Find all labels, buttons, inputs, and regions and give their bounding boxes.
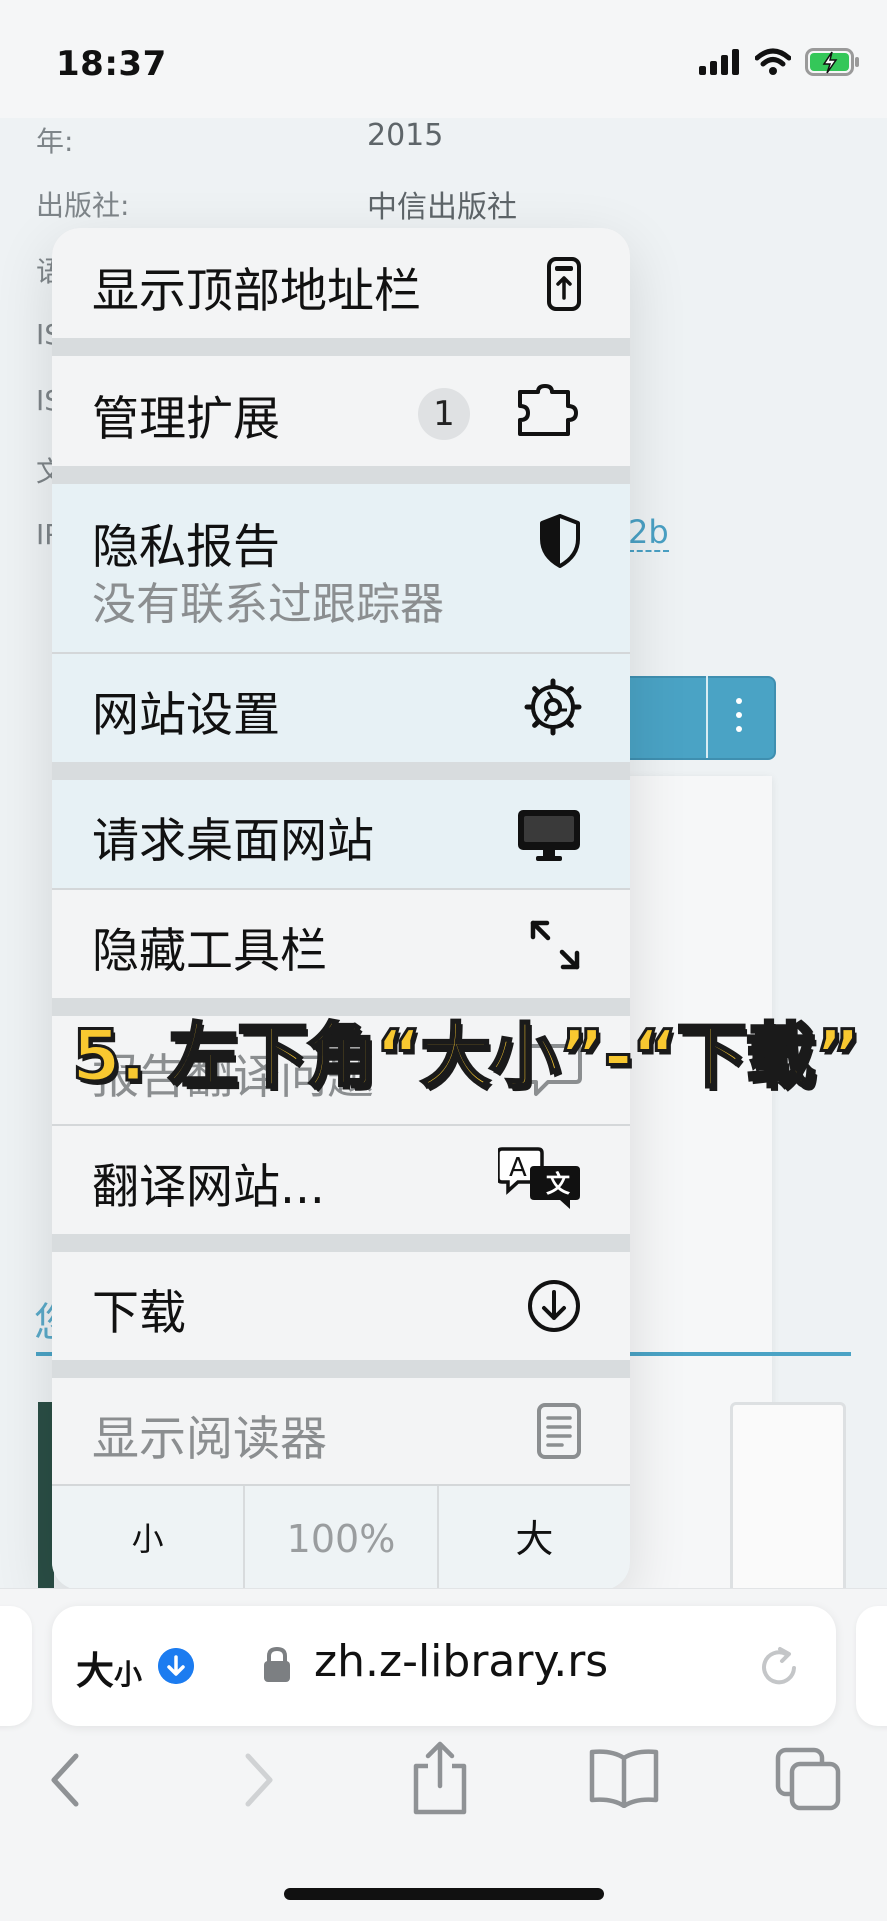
- menu-item-label: 隐藏工具栏: [92, 924, 327, 979]
- menu-item-privacy-report[interactable]: 隐私报告 没有联系过跟踪器: [52, 484, 630, 652]
- address-bar-top-icon: [547, 257, 581, 311]
- gear-icon: [524, 678, 582, 736]
- meta-value-year: 2015: [367, 118, 444, 153]
- button-separator: [706, 676, 708, 758]
- menu-item-request-desktop-site[interactable]: 请求桌面网站: [52, 780, 630, 888]
- menu-item-manage-extensions[interactable]: 管理扩展 1: [52, 356, 630, 466]
- cellular-signal-icon: [699, 49, 739, 75]
- menu-item-website-settings[interactable]: 网站设置: [52, 654, 630, 762]
- meta-label-year: 年:: [36, 125, 74, 158]
- navigation-toolbar: [0, 1740, 887, 1850]
- address-bar[interactable]: 大小 zh.z-library.rs: [52, 1606, 836, 1726]
- expand-arrows-icon: [530, 920, 580, 970]
- menu-item-translate-website[interactable]: 翻译网站... A 文: [52, 1126, 630, 1234]
- page-menu-label-big: 大: [76, 1649, 115, 1693]
- menu-item-label: 下载: [92, 1286, 186, 1341]
- tutorial-caption: 5. 左下角“大小”-“下载”: [71, 1014, 863, 1099]
- svg-text:A: A: [509, 1153, 527, 1183]
- menu-item-label: 翻译网站...: [92, 1160, 325, 1215]
- menu-item-label: 显示阅读器: [92, 1412, 327, 1467]
- status-time: 18:37: [56, 44, 167, 84]
- page-menu-label-small: 小: [114, 1658, 143, 1691]
- wifi-icon: [755, 48, 791, 75]
- zoom-in-button[interactable]: 大: [439, 1486, 630, 1590]
- previous-tab-preview[interactable]: [0, 1606, 32, 1726]
- puzzle-extension-icon: [518, 384, 578, 436]
- menu-item-label: 显示顶部地址栏: [92, 264, 421, 319]
- reader-doc-icon: [537, 1403, 581, 1459]
- battery-charging-icon: [805, 48, 859, 76]
- menu-item-show-top-address-bar[interactable]: 显示顶部地址栏: [52, 228, 630, 338]
- bg-card: [730, 1402, 846, 1598]
- share-icon[interactable]: [410, 1740, 470, 1816]
- desktop-monitor-icon: [518, 810, 580, 861]
- privacy-report-sublabel: 没有联系过跟踪器: [92, 579, 444, 630]
- more-options-icon[interactable]: [736, 698, 742, 740]
- forward-arrow-icon[interactable]: [238, 1750, 278, 1810]
- menu-item-hide-toolbar[interactable]: 隐藏工具栏: [52, 890, 630, 998]
- menu-item-show-reader[interactable]: 显示阅读器: [52, 1378, 630, 1484]
- bookmarks-book-icon[interactable]: [588, 1748, 660, 1808]
- menu-item-label: 请求桌面网站: [92, 814, 374, 869]
- extensions-count-badge: 1: [418, 388, 470, 440]
- page-menu-button[interactable]: 大小: [76, 1640, 142, 1695]
- menu-item-label: 隐私报告: [92, 520, 280, 575]
- menu-item-label: 网站设置: [92, 688, 280, 743]
- zoom-level-reset[interactable]: 100%: [243, 1486, 439, 1590]
- lock-icon: [264, 1646, 290, 1682]
- meta-value-publisher: 中信出版社: [367, 190, 517, 225]
- next-tab-preview[interactable]: [856, 1606, 887, 1726]
- menu-item-downloads[interactable]: 下载: [52, 1252, 630, 1360]
- ipfs-link[interactable]: 2b: [628, 514, 669, 552]
- page-menu: 显示顶部地址栏 管理扩展 1 隐私报告 没有联系过跟踪器 网站设置 请求桌面网站…: [52, 228, 630, 1590]
- back-arrow-icon[interactable]: [46, 1750, 86, 1810]
- reload-icon[interactable]: [756, 1644, 802, 1690]
- download-progress-icon: [158, 1648, 194, 1684]
- download-circle-icon: [528, 1280, 580, 1332]
- status-bar: 18:37: [0, 0, 887, 118]
- zoom-controls: 小 100% 大: [52, 1484, 630, 1590]
- home-indicator: [284, 1888, 604, 1900]
- meta-label-publisher: 出版社:: [36, 189, 130, 222]
- svg-text:文: 文: [546, 1170, 571, 1198]
- zoom-out-button[interactable]: 小: [52, 1486, 243, 1590]
- url-text: zh.z-library.rs: [314, 1636, 609, 1687]
- status-icons: [699, 48, 861, 76]
- translate-icon: A 文: [498, 1147, 580, 1209]
- privacy-shield-icon: [540, 514, 580, 568]
- tabs-overview-icon[interactable]: [774, 1746, 842, 1812]
- menu-item-label: 管理扩展: [92, 392, 280, 447]
